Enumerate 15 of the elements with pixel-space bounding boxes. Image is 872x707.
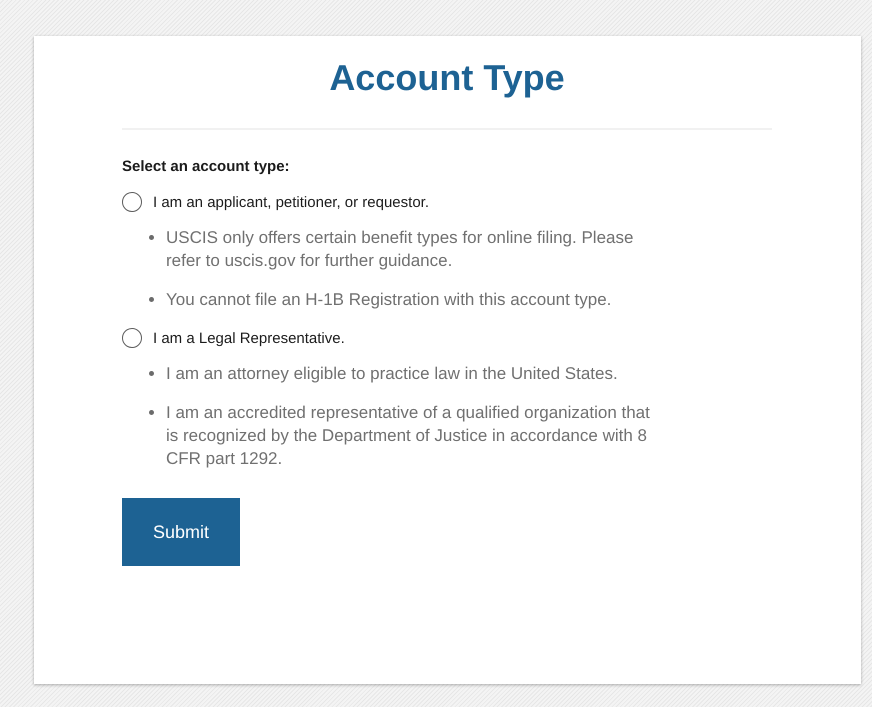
bullet-icon [149,297,154,302]
page-title: Account Type [122,58,772,130]
option-note: USCIS only offers certain benefit types for online filing. Please refer to uscis.gov for further guidance. [166,227,634,272]
bullet-icon [149,235,154,240]
radio-button[interactable] [122,328,142,348]
bullet-icon [149,371,154,376]
option-note: I am an attorney eligible to practice law in the United States. [166,363,619,385]
bullet-icon [149,410,154,415]
form-prompt: Select an account type: [122,158,291,175]
option-label[interactable]: I am an applicant, petitioner, or requestor. [153,194,429,210]
option-note: You cannot file an H-1B Registration with this account type. [166,289,612,311]
radio-button[interactable] [122,192,142,212]
option-note: I am an accredited representative of a qualified organization that is recognized by the Department of Justice in accordance with 8 CFR part 1292. [166,402,651,470]
submit-button[interactable]: Submit [122,498,240,566]
option-label[interactable]: I am a Legal Representative. [153,330,345,346]
